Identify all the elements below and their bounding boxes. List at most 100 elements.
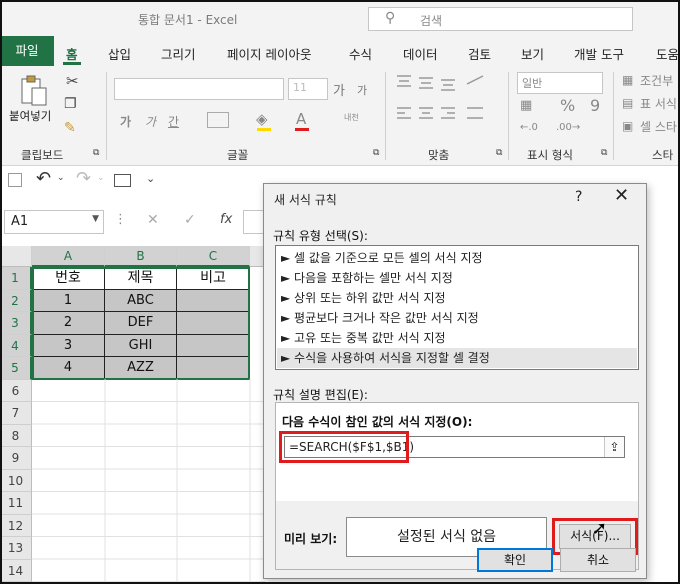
font-color-icon[interactable]: A bbox=[296, 110, 306, 128]
bold-button[interactable]: 가 bbox=[120, 113, 131, 130]
conditional-format-icon[interactable]: ▦ bbox=[622, 73, 633, 87]
row-header[interactable]: 4 bbox=[0, 334, 32, 357]
rule-type-list[interactable]: ► 셀 값을 기준으로 모든 셀의 서식 지정 ► 다음을 포함하는 셀만 서식… bbox=[275, 245, 639, 370]
dialog-launcher-icon[interactable]: ⧉ bbox=[601, 148, 607, 158]
alignment-icons[interactable] bbox=[395, 74, 505, 136]
tab-draw[interactable]: 그리기 bbox=[161, 44, 196, 63]
phonetic-button[interactable]: 내천 bbox=[344, 112, 359, 123]
tab-insert[interactable]: 삽입 bbox=[108, 44, 131, 63]
customize-qat-icon[interactable]: ⌄ bbox=[146, 172, 155, 185]
cell[interactable]: 3 bbox=[32, 334, 105, 357]
chevron-down-icon[interactable]: ⌄ bbox=[57, 173, 65, 183]
decrease-decimal-icon[interactable]: .00→ bbox=[556, 122, 580, 133]
undo-icon[interactable]: ↶ bbox=[36, 168, 51, 189]
column-header[interactable]: A bbox=[32, 246, 105, 267]
rule-type-item[interactable]: ► 상위 또는 하위 값만 서식 지정 bbox=[277, 288, 637, 308]
rule-type-item[interactable]: ► 고유 또는 중복 값만 서식 지정 bbox=[277, 328, 637, 348]
rule-type-item[interactable]: ► 다음을 포함하는 셀만 서식 지정 bbox=[277, 268, 637, 288]
cell[interactable]: 제목 bbox=[105, 267, 177, 290]
row-header[interactable]: 11 bbox=[0, 492, 32, 515]
cell-styles-icon[interactable]: ▣ bbox=[622, 119, 633, 133]
tab-page-layout[interactable]: 페이지 레이아웃 bbox=[227, 44, 311, 63]
dialog-launcher-icon[interactable]: ⧉ bbox=[373, 148, 379, 158]
paste-icon[interactable] bbox=[20, 74, 48, 108]
cancel-entry-icon[interactable]: ✕ bbox=[147, 212, 159, 228]
row-header[interactable]: 3 bbox=[0, 312, 32, 335]
format-painter-icon[interactable]: ✎ bbox=[64, 120, 76, 136]
row-header[interactable]: 2 bbox=[0, 289, 32, 312]
row-header[interactable]: 14 bbox=[0, 559, 32, 582]
font-size-dropdown[interactable]: 11 bbox=[288, 78, 328, 100]
italic-button[interactable]: 가 bbox=[145, 113, 156, 130]
cut-icon[interactable]: ✂ bbox=[66, 72, 79, 90]
chevron-down-icon[interactable]: ▼ bbox=[92, 214, 99, 224]
tab-developer[interactable]: 개발 도구 bbox=[574, 44, 624, 63]
tab-view[interactable]: 보기 bbox=[521, 44, 544, 63]
tab-review[interactable]: 검토 bbox=[468, 44, 491, 63]
tab-home[interactable]: 홈 bbox=[66, 44, 78, 63]
row-header[interactable]: 9 bbox=[0, 447, 32, 470]
fill-color-icon[interactable]: ◈ bbox=[256, 110, 268, 128]
cell[interactable] bbox=[177, 357, 250, 380]
row-header[interactable]: 10 bbox=[0, 469, 32, 492]
tab-data[interactable]: 데이터 bbox=[403, 44, 438, 63]
table-format-icon[interactable]: ▤ bbox=[622, 96, 633, 110]
row-header[interactable]: 6 bbox=[0, 379, 32, 402]
rule-type-item-selected[interactable]: ► 수식을 사용하여 서식을 지정할 셀 결정 bbox=[277, 348, 637, 368]
formula-input[interactable]: =SEARCH($F$1,$B1) ⇪ bbox=[284, 436, 625, 458]
cell[interactable]: DEF bbox=[105, 312, 177, 335]
row-header[interactable]: 8 bbox=[0, 424, 32, 447]
rule-type-item[interactable]: ► 평균보다 크거나 작은 값만 서식 지정 bbox=[277, 308, 637, 328]
font-name-dropdown[interactable] bbox=[114, 78, 284, 100]
redo-icon[interactable]: ↷ bbox=[76, 168, 91, 189]
conditional-format-button[interactable]: 조건부 bbox=[640, 72, 673, 89]
empty-cells-grid[interactable] bbox=[32, 379, 265, 584]
dialog-launcher-icon[interactable]: ⧉ bbox=[496, 148, 502, 158]
underline-button[interactable]: 간 bbox=[168, 113, 179, 130]
cell[interactable]: AZZ bbox=[105, 357, 177, 380]
row-header[interactable]: 5 bbox=[0, 357, 32, 380]
cell[interactable]: 2 bbox=[32, 312, 105, 335]
cell[interactable] bbox=[177, 289, 250, 312]
copy-icon[interactable]: ❐ bbox=[64, 96, 77, 112]
rule-type-item[interactable]: ► 셀 값을 기준으로 모든 셀의 서식 지정 bbox=[277, 248, 637, 268]
collapse-dialog-icon[interactable]: ⇪ bbox=[604, 437, 624, 457]
help-button[interactable]: ? bbox=[575, 189, 582, 205]
chevron-down-icon[interactable]: ⌄ bbox=[97, 173, 105, 183]
cell[interactable]: 비고 bbox=[177, 267, 250, 290]
border-icon[interactable] bbox=[207, 112, 229, 128]
search-input[interactable]: ⚲ 검색 bbox=[368, 7, 633, 31]
column-header[interactable]: C bbox=[177, 246, 250, 267]
tab-help[interactable]: 도움 bbox=[656, 44, 679, 63]
cancel-button[interactable]: 취소 bbox=[560, 548, 636, 572]
accounting-format-icon[interactable]: ▦ bbox=[520, 98, 532, 113]
enter-entry-icon[interactable]: ✓ bbox=[184, 212, 196, 228]
name-box[interactable]: A1 ▼ bbox=[4, 210, 104, 234]
shrink-font-button[interactable]: 가 bbox=[357, 82, 367, 98]
save-icon[interactable] bbox=[8, 173, 22, 187]
row-header[interactable]: 7 bbox=[0, 402, 32, 425]
cell-styles-button[interactable]: 셀 스타 bbox=[640, 118, 677, 135]
table-format-button[interactable]: 표 서식 bbox=[640, 95, 677, 112]
close-icon[interactable]: ✕ bbox=[614, 185, 629, 206]
row-header[interactable]: 12 bbox=[0, 514, 32, 537]
select-all-corner[interactable] bbox=[0, 246, 32, 267]
number-format-dropdown[interactable]: 일반 bbox=[517, 72, 603, 94]
percent-button[interactable]: % bbox=[560, 96, 575, 115]
formula-input[interactable] bbox=[243, 210, 265, 234]
cell[interactable]: 1 bbox=[32, 289, 105, 312]
worksheet-grid[interactable]: A B C 1 2 3 4 5 6 7 8 9 10 11 12 13 14 번… bbox=[0, 246, 265, 584]
comma-button[interactable]: 9 bbox=[590, 96, 600, 115]
row-header[interactable]: 1 bbox=[0, 267, 32, 290]
insert-function-icon[interactable]: fx bbox=[220, 212, 232, 227]
tab-formulas[interactable]: 수식 bbox=[349, 44, 372, 63]
column-header[interactable]: B bbox=[105, 246, 177, 267]
cell[interactable]: 번호 bbox=[32, 267, 105, 290]
paste-button[interactable]: 붙여넣기 bbox=[9, 108, 51, 124]
cell[interactable] bbox=[177, 334, 250, 357]
tab-file[interactable]: 파일 bbox=[0, 36, 54, 66]
folder-icon[interactable] bbox=[114, 174, 131, 187]
cell[interactable] bbox=[177, 312, 250, 335]
cell[interactable]: 4 bbox=[32, 357, 105, 380]
increase-decimal-icon[interactable]: ←.0 bbox=[520, 122, 538, 133]
